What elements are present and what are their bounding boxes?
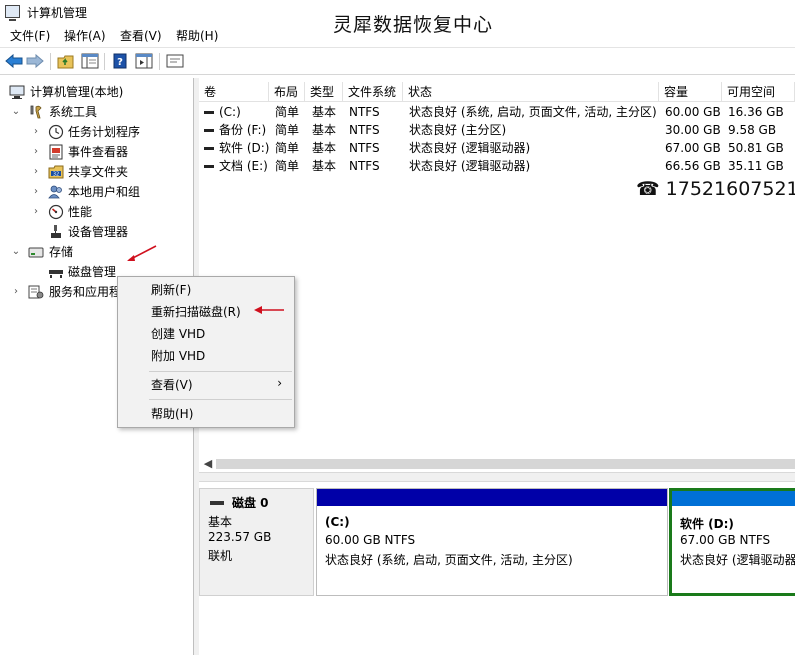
disk-status: 联机 xyxy=(208,549,233,563)
forward-arrow-icon[interactable] xyxy=(25,52,45,70)
scroll-left-arrow-icon[interactable]: ◀ xyxy=(201,456,215,472)
menu-bar: 文件(F) 操作(A) 查看(V) 帮助(H) xyxy=(0,24,795,46)
disk-size: 223.57 GB xyxy=(208,530,272,544)
chevron-right-icon[interactable]: › xyxy=(31,123,41,141)
volume-list-header: 卷 布局 类型 文件系统 状态 容量 可用空间 xyxy=(199,82,795,102)
scrollbar-thumb[interactable] xyxy=(216,459,795,469)
clock-icon xyxy=(48,124,64,140)
chevron-right-icon[interactable]: › xyxy=(31,203,41,221)
column-header-capacity[interactable]: 容量 xyxy=(659,82,722,102)
disk-icon xyxy=(210,501,224,505)
phone-icon: ☎ xyxy=(636,178,660,200)
partition-c[interactable]: (C:) 60.00 GB NTFS 状态良好 (系统, 启动, 页面文件, 活… xyxy=(316,488,668,596)
annotation-arrow-icon xyxy=(254,306,284,314)
menu-item-create-vhd[interactable]: 创建 VHD xyxy=(151,325,205,343)
phone-number: ☎ 17521607521 xyxy=(636,178,795,200)
svg-text:32: 32 xyxy=(53,172,59,178)
volume-icon xyxy=(204,111,214,114)
chevron-down-icon[interactable]: ⌄ xyxy=(11,243,21,261)
menu-view[interactable]: 查看(V) xyxy=(120,27,162,44)
show-action-pane-icon[interactable] xyxy=(134,52,154,70)
device-manager-icon xyxy=(48,224,64,240)
storage-icon xyxy=(28,244,44,260)
toolbar: ? xyxy=(0,47,795,75)
column-header-status[interactable]: 状态 xyxy=(403,82,659,102)
users-icon xyxy=(48,184,64,200)
svg-text:?: ? xyxy=(117,57,123,68)
menu-separator xyxy=(149,399,292,400)
window-title: 计算机管理 xyxy=(27,6,88,20)
chevron-right-icon[interactable]: › xyxy=(31,143,41,161)
volume-icon xyxy=(204,129,214,132)
performance-gauge-icon xyxy=(48,204,64,220)
up-folder-icon[interactable] xyxy=(56,52,76,70)
shared-folder-icon: 32 xyxy=(48,164,64,180)
volume-icon xyxy=(204,165,214,168)
column-header-free-space[interactable]: 可用空间 xyxy=(722,82,795,102)
disk-management-icon xyxy=(48,264,64,280)
table-row[interactable]: (C:) 简单 基本 NTFS 状态良好 (系统, 启动, 页面文件, 活动, … xyxy=(199,103,795,121)
menu-item-help[interactable]: 帮助(H) xyxy=(151,405,193,423)
menu-help[interactable]: 帮助(H) xyxy=(176,27,218,44)
column-header-type[interactable]: 类型 xyxy=(305,82,343,102)
menu-item-rescan-disks[interactable]: 重新扫描磁盘(R) xyxy=(151,303,241,321)
disk-info-panel[interactable]: 磁盘 0 基本 223.57 GB 联机 xyxy=(199,488,314,596)
tools-icon xyxy=(28,104,44,120)
table-row[interactable]: 软件 (D:) 简单 基本 NTFS 状态良好 (逻辑驱动器) 67.00 GB… xyxy=(199,139,795,157)
column-header-volume[interactable]: 卷 xyxy=(199,82,269,102)
chevron-right-icon[interactable]: › xyxy=(31,183,41,201)
menu-file[interactable]: 文件(F) xyxy=(10,27,50,44)
menu-separator xyxy=(149,371,292,372)
disk-name: 磁盘 0 xyxy=(232,496,269,510)
partition-d[interactable]: 软件 (D:) 67.00 GB NTFS 状态良好 (逻辑驱动器) xyxy=(669,488,795,596)
event-viewer-icon xyxy=(48,144,64,160)
chevron-down-icon[interactable]: ⌄ xyxy=(11,103,21,121)
menu-action[interactable]: 操作(A) xyxy=(64,27,106,44)
disk-graphical-view: 磁盘 0 基本 223.57 GB 联机 (C:) 60.00 GB NTFS … xyxy=(199,482,795,655)
table-row[interactable]: 备份 (F:) 简单 基本 NTFS 状态良好 (主分区) 30.00 GB 9… xyxy=(199,121,795,139)
submenu-arrow-icon: › xyxy=(277,376,282,390)
disk-type: 基本 xyxy=(208,515,233,529)
menu-item-attach-vhd[interactable]: 附加 VHD xyxy=(151,347,205,365)
chevron-right-icon[interactable]: › xyxy=(31,163,41,181)
help-book-icon[interactable]: ? xyxy=(110,52,130,70)
menu-item-refresh[interactable]: 刷新(F) xyxy=(151,281,191,299)
pane-divider[interactable] xyxy=(199,472,795,482)
table-row[interactable]: 文档 (E:) 简单 基本 NTFS 状态良好 (逻辑驱动器) 66.56 GB… xyxy=(199,157,795,175)
context-menu: 刷新(F) 重新扫描磁盘(R) 创建 VHD 附加 VHD 查看(V) › 帮助… xyxy=(117,276,295,428)
computer-management-icon xyxy=(5,5,20,21)
chevron-right-icon[interactable]: › xyxy=(11,283,21,301)
services-icon xyxy=(28,284,44,300)
annotation-arrow-icon xyxy=(127,245,157,261)
horizontal-scrollbar[interactable]: ◀ xyxy=(199,456,795,472)
show-hide-console-tree-icon[interactable] xyxy=(80,52,100,70)
computer-management-icon xyxy=(9,84,25,100)
volume-icon xyxy=(204,147,214,150)
column-header-filesystem[interactable]: 文件系统 xyxy=(343,82,403,102)
back-arrow-icon[interactable] xyxy=(4,52,24,70)
properties-sheet-icon[interactable] xyxy=(165,52,185,70)
column-header-layout[interactable]: 布局 xyxy=(269,82,305,102)
menu-item-view[interactable]: 查看(V) xyxy=(151,376,193,394)
